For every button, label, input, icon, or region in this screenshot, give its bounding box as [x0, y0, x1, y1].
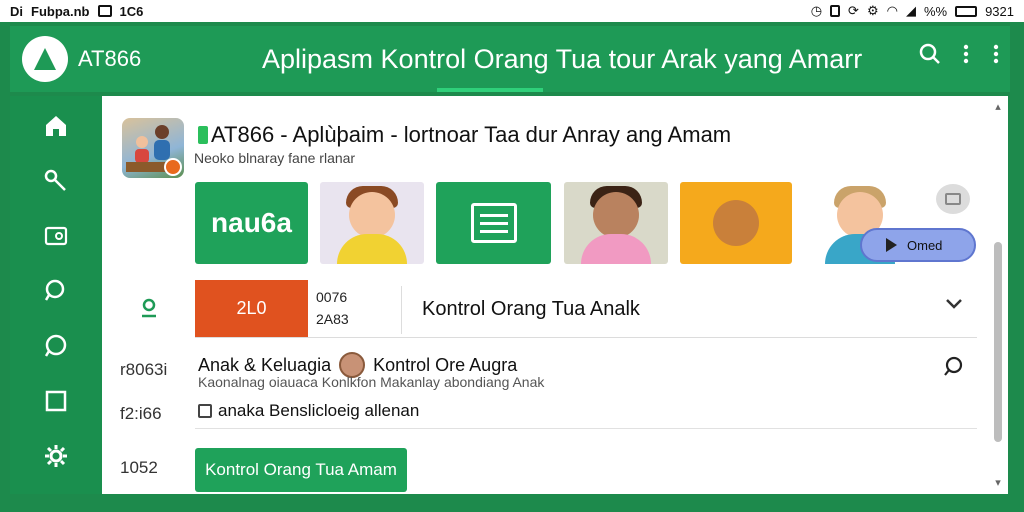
navigation-rail: [10, 96, 102, 494]
chevron-down-icon[interactable]: [944, 294, 964, 317]
nav-search[interactable]: [38, 275, 74, 307]
checkbox[interactable]: [198, 404, 212, 418]
more-vert-icon[interactable]: [960, 42, 972, 73]
girl-face: [593, 192, 639, 238]
tab-indicator: [437, 88, 543, 92]
status-percent: %%: [923, 3, 948, 19]
scroll-up-arrow-icon[interactable]: ▴: [992, 100, 1004, 113]
window-icon: [945, 193, 961, 205]
row-number: r8063i: [120, 360, 168, 379]
home-icon: [46, 116, 66, 136]
alarm-icon: ◷: [810, 3, 823, 18]
boy-shirt: [337, 234, 407, 264]
settings-status-icon: ⚙: [866, 3, 879, 18]
phone-icon: [830, 5, 841, 17]
selector-codes: 0076 2A83: [316, 286, 402, 334]
sync-icon: ⟳: [848, 3, 859, 18]
app-name: AT866: [78, 46, 142, 71]
scroll-thumb[interactable]: [994, 242, 1002, 442]
parental-control-button[interactable]: Kontrol Orang Tua Amam: [195, 448, 407, 492]
monkey-face-icon: [713, 200, 759, 246]
status-bar: Di Fubpa.nb 1C6 ◷ ⟳ ⚙ ◠ ◢ %% 9321: [0, 0, 1024, 22]
person-icon: [138, 297, 160, 319]
row-subtitle: Kaonalnag oiauaca Konlkfon Makanlay abon…: [198, 374, 545, 390]
selector-code-2: 2A83: [316, 311, 349, 327]
selector-badge[interactable]: 2L0: [195, 280, 308, 337]
scroll-down-arrow-icon[interactable]: ▾: [992, 476, 1004, 489]
play-icon: [886, 238, 897, 252]
girl-shirt: [581, 234, 651, 264]
parental-control-button-label: Kontrol Orang Tua Amam: [205, 460, 397, 479]
app-heading: AT866 - Aplùþaim - lortnoar Taa dur Anra…: [198, 122, 731, 148]
page-title: Aplipasm Kontrol Orang Tua tour Arak yan…: [262, 43, 863, 74]
status-right: ◷ ⟳ ⚙ ◠ ◢ %% 9321: [811, 3, 1014, 19]
search-icon[interactable]: [918, 42, 942, 73]
omed-label: Omed: [907, 237, 943, 253]
notification-icon: [97, 5, 112, 17]
selector-label[interactable]: Kontrol Orang Tua Analk: [422, 298, 640, 321]
divider: [195, 337, 977, 338]
tile-monkey[interactable]: [680, 182, 792, 264]
square-icon: [45, 390, 67, 412]
tile-girl[interactable]: [564, 182, 668, 264]
nav-settings[interactable]: [38, 440, 74, 472]
scrollbar[interactable]: ▴ ▾: [992, 100, 1004, 489]
document-icon: [470, 203, 517, 243]
nav-key[interactable]: [38, 165, 74, 197]
status-left: Di Fubpa.nb 1C6: [10, 4, 143, 19]
app-logo[interactable]: [22, 36, 68, 82]
key-icon: [44, 169, 66, 191]
nav-square[interactable]: [38, 385, 74, 417]
omed-play-button[interactable]: Omed: [860, 228, 976, 262]
search-icon: [44, 279, 65, 301]
row-title-a: Anak & Keluagia: [198, 355, 332, 375]
wifi-icon: ◠: [886, 3, 898, 18]
status-app-label: Fubpa.nb: [31, 3, 90, 19]
code-tile-label: nau6a: [211, 207, 292, 238]
content-panel: ▴ ▾ AT866 - Aplùþaim - lortnoar Taa dur …: [102, 96, 1008, 494]
appbar-actions: [918, 42, 1002, 73]
search-icon[interactable]: [942, 356, 964, 378]
divider: [195, 428, 977, 429]
footer-number: 1052: [120, 458, 158, 477]
row-title-b: Kontrol Ore Augra: [373, 355, 518, 375]
logo-triangle-icon: [34, 48, 56, 70]
app-bar: AT866 Aplipasm Kontrol Orang Tua tour Ar…: [10, 26, 1010, 92]
status-time: 9321: [985, 3, 1014, 19]
selector-code-1: 0076: [316, 289, 348, 305]
green-tag-icon: [198, 126, 208, 144]
nav-home[interactable]: [38, 110, 74, 142]
status-mid-label: 1C6: [119, 3, 144, 19]
more-vert-icon-secondary[interactable]: [990, 42, 1002, 73]
nav-chat[interactable]: [38, 330, 74, 362]
status-left-text: Di: [10, 3, 23, 19]
nav-media[interactable]: [38, 220, 74, 252]
battery-icon: [955, 5, 978, 17]
tile-options-button[interactable]: [936, 184, 970, 214]
selector-badge-label: 2L0: [236, 298, 267, 318]
app-subheading: Neoko blnaray fane rlanar: [194, 150, 356, 166]
gear-icon: [45, 445, 67, 467]
image-icon: [44, 226, 68, 246]
signal-icon: ◢: [905, 3, 916, 18]
code-tile[interactable]: nau6a: [195, 182, 308, 264]
boy-face: [349, 192, 395, 238]
chat-icon: [44, 334, 67, 357]
document-tile[interactable]: [436, 182, 551, 264]
app-heading-text: AT866 - Aplùþaim - lortnoar Taa dur Anra…: [211, 122, 732, 147]
checkbox-label: anaka Benslicloeig allenan: [218, 401, 420, 420]
row-number: f2:i66: [120, 404, 162, 423]
tile-boy[interactable]: [320, 182, 424, 264]
app-badge-icon: [164, 158, 182, 176]
app-thumbnail[interactable]: [122, 118, 184, 178]
